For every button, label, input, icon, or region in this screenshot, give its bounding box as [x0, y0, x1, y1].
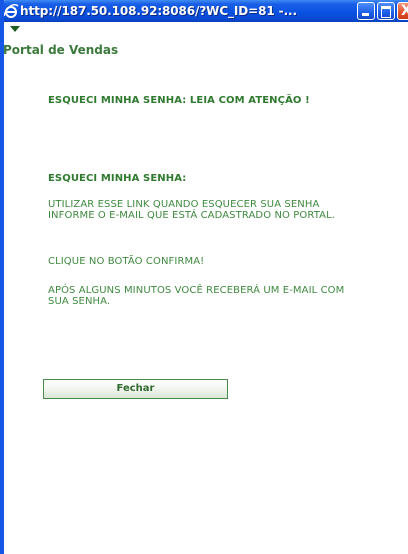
browser-popup-window: http://187.50.108.92:8086/?WC_ID=81 -...…	[0, 0, 408, 554]
portal-title: Portal de Vendas	[3, 43, 119, 57]
minimize-button[interactable]	[357, 2, 375, 20]
close-button[interactable]: Fechar	[43, 379, 228, 399]
triangle-down-icon[interactable]	[10, 26, 20, 32]
instructions-paragraph: UTILIZAR ESSE LINK QUANDO ESQUECER SUA S…	[48, 199, 336, 221]
confirm-instruction-paragraph: CLIQUE NO BOTÃO CONFIRMA!	[48, 256, 205, 267]
title-bar[interactable]: http://187.50.108.92:8086/?WC_ID=81 -...…	[0, 0, 408, 22]
ie-browser-icon	[3, 3, 19, 18]
close-icon: X	[401, 3, 408, 19]
close-window-button[interactable]: X	[397, 2, 408, 20]
forgot-password-heading: ESQUECI MINHA SENHA:	[48, 173, 187, 184]
forgot-password-warning-heading: ESQUECI MINHA SENHA: LEIA COM ATENÇÃO !	[48, 95, 310, 106]
maximize-button[interactable]	[377, 2, 395, 20]
window-title: http://187.50.108.92:8086/?WC_ID=81 -...	[20, 4, 297, 18]
email-notice-paragraph: APÓS ALGUNS MINUTOS VOCÊ RECEBERÁ UM E-M…	[48, 285, 345, 307]
